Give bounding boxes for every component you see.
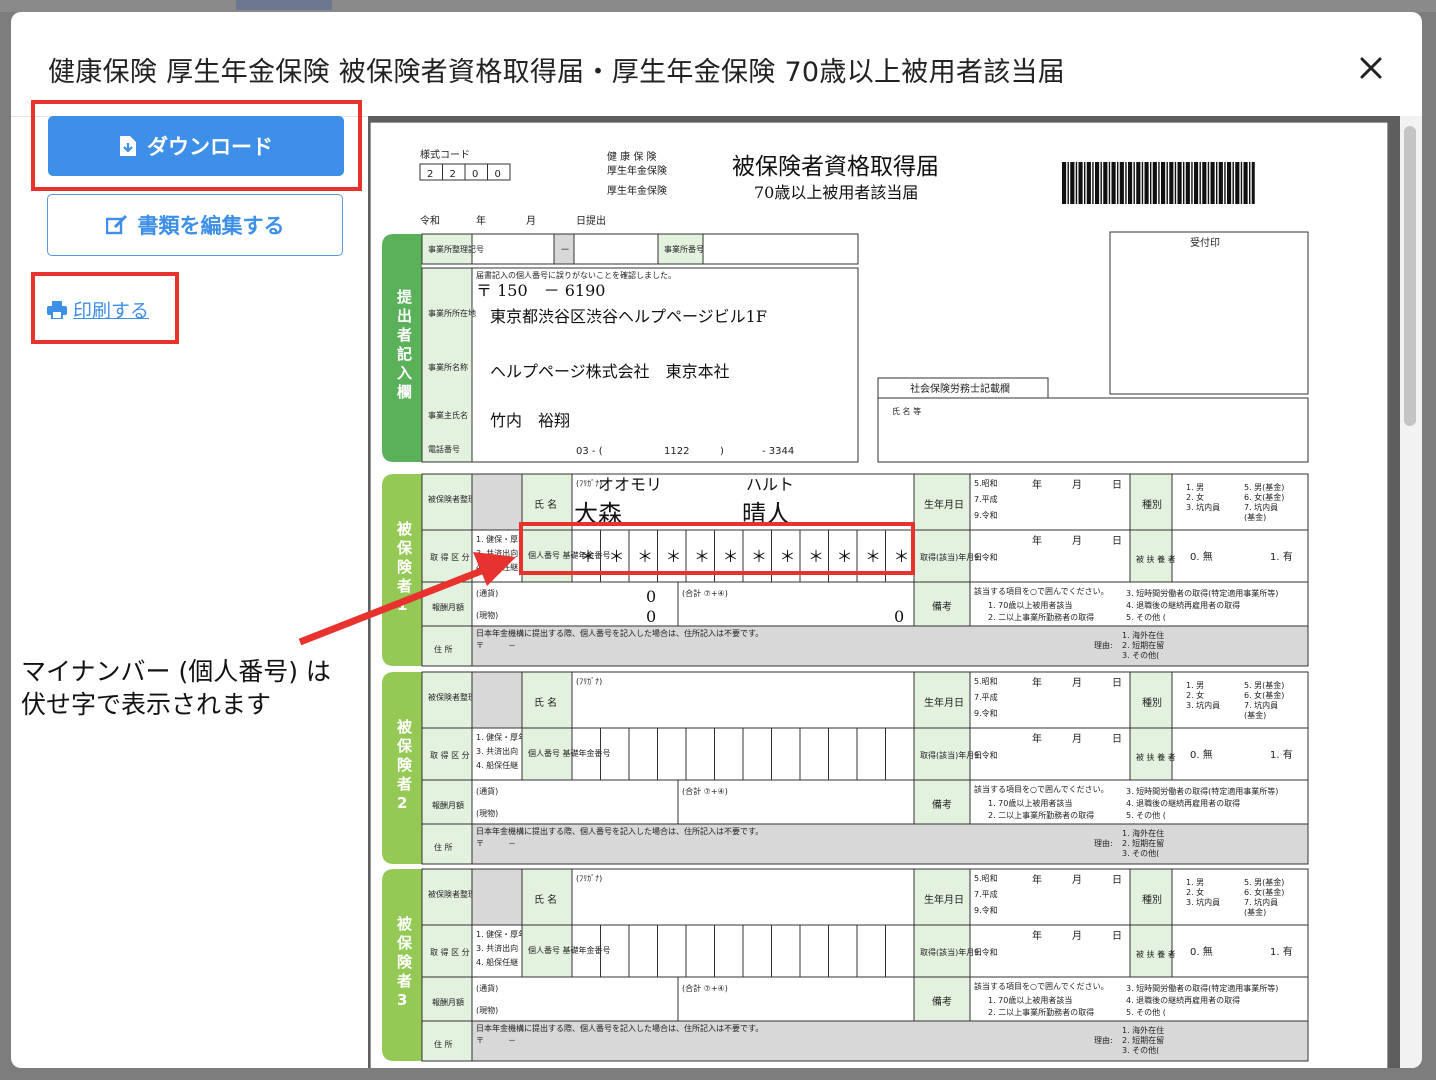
backdrop: [0, 0, 1436, 12]
mynumber-highlight: [519, 522, 915, 575]
backdrop-tab: [236, 0, 332, 10]
